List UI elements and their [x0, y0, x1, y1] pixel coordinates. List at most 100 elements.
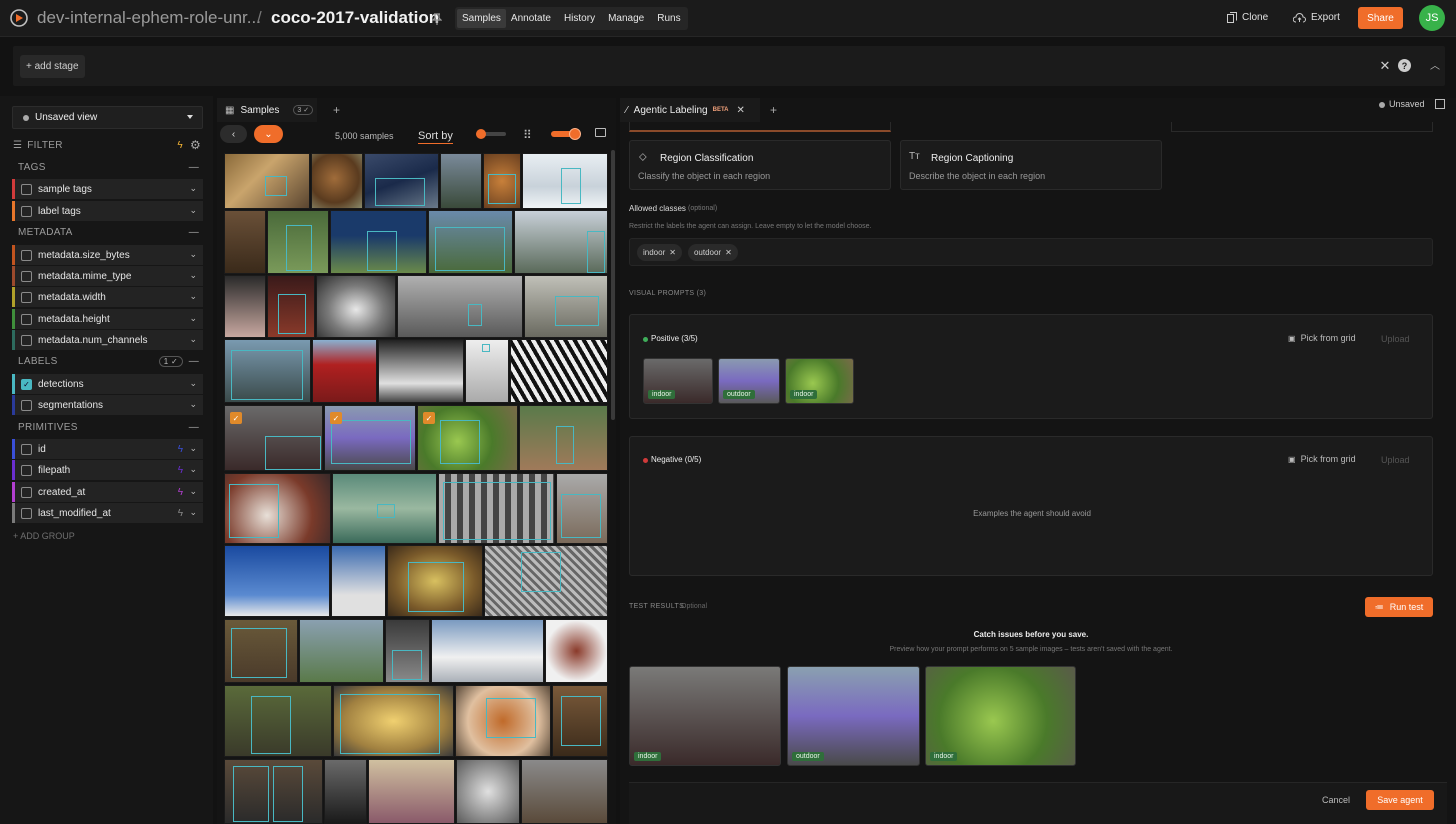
tab-manage[interactable]: Manage [603, 9, 649, 28]
sample-tile[interactable] [456, 759, 520, 824]
sample-tile[interactable] [524, 275, 608, 338]
org-breadcrumb[interactable]: dev-internal-ephem-role-unr... [37, 8, 261, 28]
sample-tile[interactable] [431, 619, 544, 683]
sample-tile[interactable] [545, 619, 608, 683]
sidebar-item-segmentations[interactable]: segmentations ⌄ [12, 395, 203, 415]
add-group-button[interactable]: + ADD GROUP [13, 531, 75, 541]
sidebar-item-last-modified-at[interactable]: last_modified_at ϟ ⌄ [12, 503, 203, 523]
class-chip-indoor[interactable]: indoor ✕ [637, 243, 682, 261]
avatar[interactable]: JS [1419, 5, 1445, 31]
sample-tile[interactable] [330, 210, 427, 274]
grid-view-icon[interactable]: ⠿ [523, 128, 532, 142]
sample-tile[interactable] [224, 473, 331, 544]
sample-tile[interactable] [299, 619, 384, 683]
close-tab-icon[interactable]: ✕ [737, 105, 745, 116]
chevron-down-icon[interactable]: ⌄ [189, 378, 197, 389]
collapse-icon[interactable]: — [189, 356, 199, 367]
sample-tile[interactable]: ✓ [224, 405, 323, 471]
sidebar-item-detections[interactable]: ✓ detections ⌄ [12, 374, 203, 394]
dropdown-toggle-button[interactable]: ⌄ [254, 125, 283, 143]
sample-tile[interactable] [522, 153, 608, 209]
sample-tile[interactable] [224, 275, 266, 338]
chevron-down-icon[interactable]: ⌄ [189, 291, 197, 302]
collapse-icon[interactable]: — [189, 162, 199, 173]
chevron-down-icon[interactable]: ⌄ [189, 399, 197, 410]
chevron-down-icon[interactable]: ⌄ [189, 205, 197, 216]
sample-tile[interactable] [521, 759, 608, 824]
sample-tile[interactable] [224, 685, 332, 757]
clone-button[interactable]: Clone [1227, 12, 1268, 23]
checkbox[interactable] [21, 464, 32, 476]
add-stage-button[interactable]: + add stage [20, 55, 85, 78]
pick-from-grid-button[interactable]: ▣ Pick from grid [1288, 454, 1356, 464]
sample-tile[interactable] [224, 545, 330, 617]
sample-tile[interactable] [224, 153, 310, 209]
tags-group-header[interactable]: TAGS — [18, 157, 203, 177]
pin-icon[interactable] [431, 13, 443, 25]
sample-tile[interactable]: ✓ [417, 405, 518, 471]
sample-tile[interactable] [267, 275, 315, 338]
collapse-icon[interactable]: — [189, 227, 199, 238]
zoom-slider[interactable] [476, 129, 506, 139]
sample-tile[interactable] [556, 473, 608, 544]
positive-thumb[interactable]: indoor [785, 358, 854, 404]
result-thumb[interactable]: indoor [925, 666, 1076, 766]
dataset-name[interactable]: coco-2017-validation [271, 8, 439, 28]
chevron-down-icon[interactable]: ⌄ [189, 249, 197, 260]
sample-tile[interactable] [510, 339, 608, 403]
tab-annotate[interactable]: Annotate [506, 9, 556, 28]
chevron-down-icon[interactable]: ⌄ [189, 486, 197, 497]
sidebar-item-created-at[interactable]: created_at ϟ ⌄ [12, 482, 203, 502]
sample-tile[interactable] [333, 685, 454, 757]
sidebar-item-metadata-width[interactable]: metadata.width ⌄ [12, 287, 203, 307]
checkbox[interactable] [21, 507, 32, 519]
back-button[interactable]: ‹ [220, 125, 247, 143]
pick-from-grid-button[interactable]: ▣ Pick from grid [1288, 333, 1356, 343]
chevron-down-icon[interactable]: ⌄ [189, 270, 197, 281]
sidebar-item-label-tags[interactable]: label tags ⌄ [12, 201, 203, 221]
sidebar-item-metadata-num-channels[interactable]: metadata.num_channels ⌄ [12, 330, 203, 350]
tab-runs[interactable]: Runs [652, 9, 685, 28]
classes-input[interactable]: indoor ✕ outdoor ✕ [629, 238, 1433, 266]
sample-tile[interactable] [267, 210, 329, 274]
sample-tile[interactable] [364, 153, 439, 209]
sample-tile[interactable] [224, 210, 266, 274]
sidebar-item-sample-tags[interactable]: sample tags ⌄ [12, 179, 203, 199]
labels-group-header[interactable]: LABELS 1 ✓ — [18, 351, 203, 371]
upload-button[interactable]: Upload [1381, 455, 1410, 465]
chevron-down-icon[interactable]: ⌄ [189, 334, 197, 345]
sample-tile[interactable] [397, 275, 523, 338]
sample-tile[interactable] [324, 759, 367, 824]
sample-tile[interactable] [387, 545, 483, 617]
save-agent-button[interactable]: Save agent [1366, 790, 1434, 810]
chevron-down-icon[interactable]: ⌄ [189, 443, 197, 454]
region-captioning-card[interactable]: Tт Region Captioning Describe the object… [900, 140, 1162, 190]
sample-tile[interactable] [465, 339, 509, 403]
export-button[interactable]: Export [1293, 12, 1340, 23]
toggle-switch[interactable] [551, 128, 581, 140]
tab-samples-panel[interactable]: ▦ Samples 3 ✓ [217, 98, 317, 122]
sample-tile[interactable] [316, 275, 396, 338]
result-thumb[interactable]: indoor [629, 666, 781, 766]
checkbox[interactable] [21, 313, 32, 325]
sample-tile[interactable] [483, 153, 521, 209]
sidebar-item-metadata-height[interactable]: metadata.height ⌄ [12, 309, 203, 329]
sample-tile[interactable] [311, 153, 363, 209]
add-tab-icon[interactable]: + [770, 103, 777, 117]
close-icon[interactable]: ✕ [1379, 58, 1391, 73]
result-thumb[interactable]: outdoor [787, 666, 920, 766]
gear-icon[interactable]: ⚙ [190, 138, 201, 152]
sample-tile[interactable] [428, 210, 513, 274]
sample-tile[interactable]: ✓ [324, 405, 416, 471]
chevron-down-icon[interactable]: ⌄ [189, 313, 197, 324]
checkbox[interactable] [21, 270, 32, 282]
view-selector[interactable]: Unsaved view [12, 106, 203, 129]
checkbox[interactable] [21, 443, 32, 455]
sidebar-item-metadata-size-bytes[interactable]: metadata.size_bytes ⌄ [12, 245, 203, 265]
tab-agentic-labeling[interactable]: ⁄ Agentic Labeling BETA ✕ [620, 98, 760, 122]
checkbox[interactable] [21, 183, 32, 195]
sort-by-button[interactable]: Sort by [418, 130, 453, 144]
lightning-icon[interactable]: ϟ [177, 140, 183, 151]
sample-tile[interactable] [519, 405, 608, 471]
checkbox[interactable] [21, 205, 32, 217]
